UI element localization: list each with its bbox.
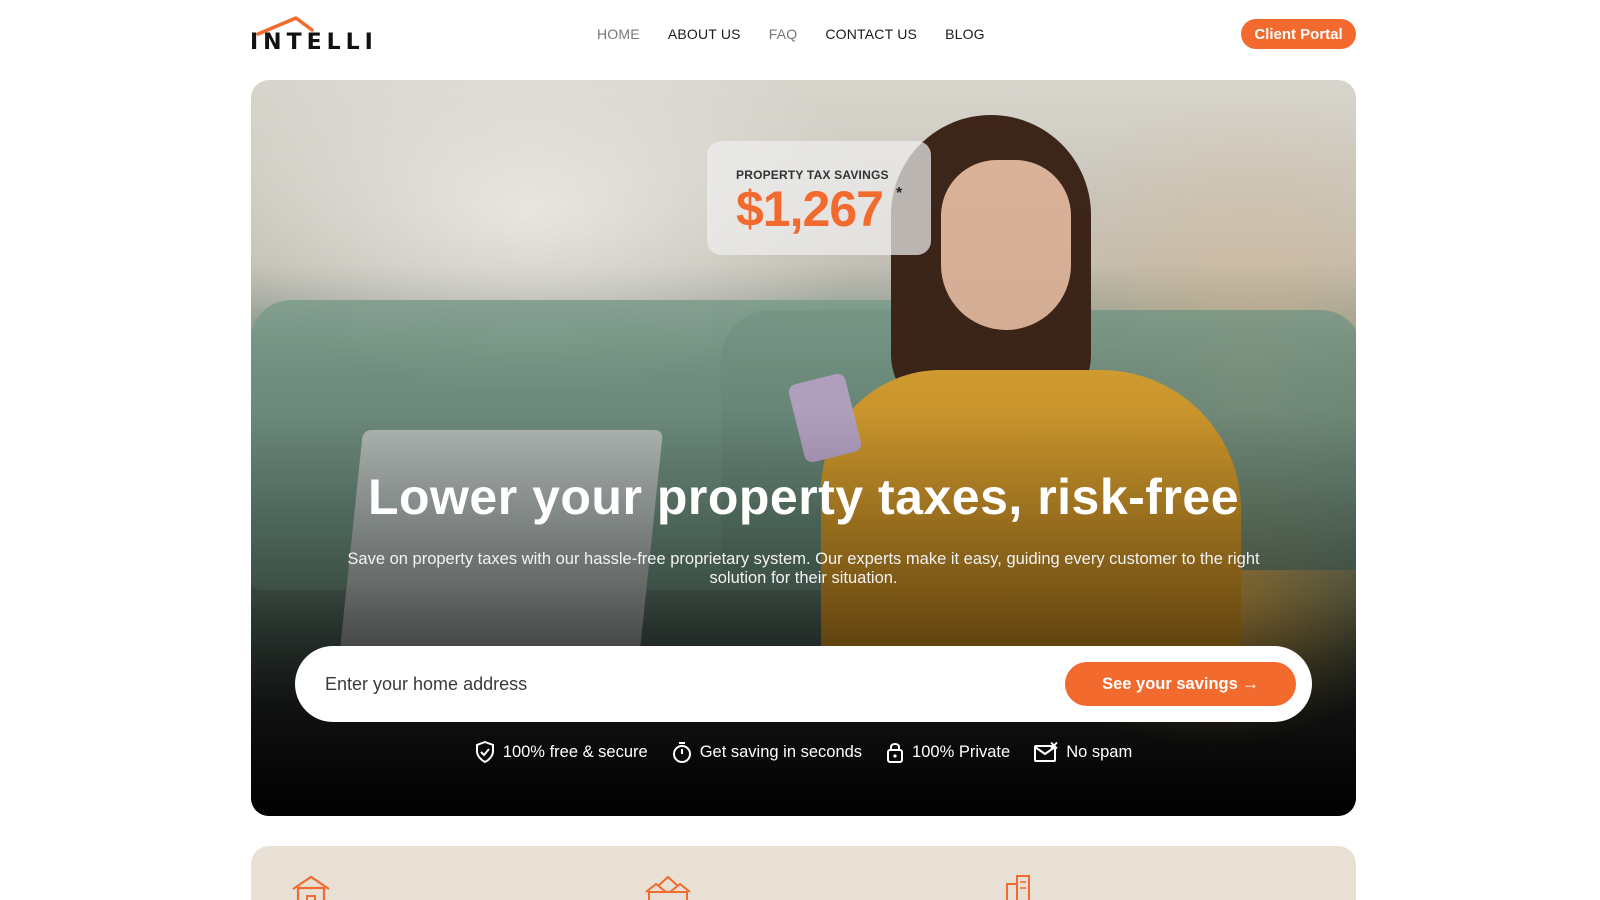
badge-free-secure: 100% free & secure (475, 741, 648, 763)
nav-contact-us[interactable]: CONTACT US (825, 26, 917, 42)
trust-badges: 100% free & secure Get saving in seconds… (251, 741, 1356, 763)
badge-label: Get saving in seconds (699, 742, 863, 761)
badge-private: 100% Private (886, 741, 1010, 763)
nav-blog[interactable]: BLOG (945, 26, 985, 42)
client-portal-button[interactable]: Client Portal (1241, 19, 1356, 49)
hero-title: Lower your property taxes, risk-free (367, 469, 1240, 525)
nav-faq[interactable]: FAQ (769, 26, 798, 42)
house-icon (292, 875, 330, 900)
badge-saving-seconds: Get saving in seconds (672, 741, 862, 763)
neighborhood-icon (645, 875, 691, 900)
stopwatch-icon (672, 742, 691, 763)
site-header: INTELLI HOME ABOUT US FAQ CONTACT US BLO… (0, 0, 1600, 80)
address-search-bar: See your savings → (295, 646, 1312, 722)
savings-amount: $1,267 (736, 181, 884, 237)
badge-label: 100% free & secure (502, 742, 648, 761)
badge-label: 100% Private (912, 742, 1011, 761)
savings-card: PROPERTY TAX SAVINGS $1,267 * (707, 141, 931, 255)
logo[interactable]: INTELLI (250, 16, 373, 56)
nav-about-us[interactable]: ABOUT US (668, 26, 741, 42)
features-section (251, 846, 1356, 900)
shield-check-icon (475, 741, 494, 763)
hero-subtitle: Save on property taxes with our hassle-f… (347, 550, 1260, 587)
page: INTELLI HOME ABOUT US FAQ CONTACT US BLO… (0, 0, 1600, 900)
building-icon (1006, 875, 1030, 900)
see-savings-button[interactable]: See your savings → (1065, 662, 1296, 706)
hero-section: PROPERTY TAX SAVINGS $1,267 * Lower your… (251, 80, 1356, 816)
badge-no-spam: No spam (1034, 741, 1132, 763)
logo-text: INTELLI (250, 30, 378, 55)
address-input[interactable] (325, 666, 1025, 702)
badge-label: No spam (1066, 742, 1133, 761)
nav-home[interactable]: HOME (597, 26, 640, 42)
mail-x-icon (1034, 742, 1058, 762)
lock-icon (887, 743, 904, 763)
savings-footnote-mark: * (896, 185, 903, 202)
main-nav: HOME ABOUT US FAQ CONTACT US BLOG (597, 26, 1013, 42)
